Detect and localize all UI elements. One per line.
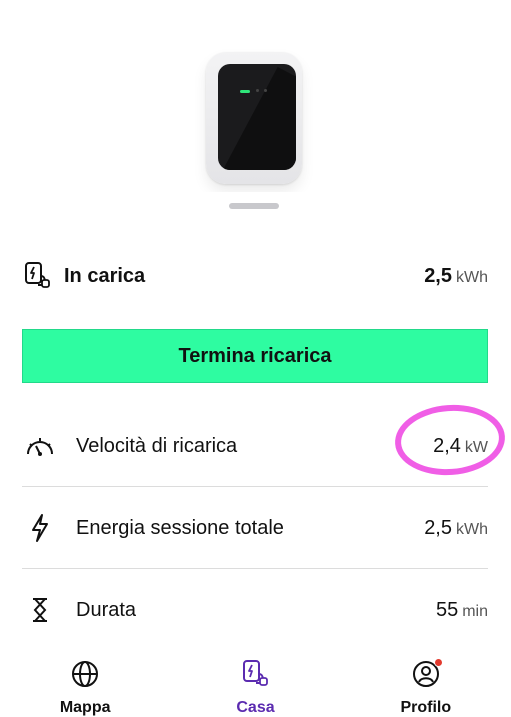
stat-row-duration: Durata 55 min xyxy=(22,570,488,650)
charging-status-row: In carica 2,5 kWh xyxy=(22,258,488,294)
stat-number: 2,4 xyxy=(433,434,461,457)
stat-row-charging-speed: Velocità di ricarica 2,4 kW xyxy=(22,406,488,486)
tab-casa[interactable]: Casa xyxy=(170,650,340,717)
charging-status-label: In carica xyxy=(64,264,146,287)
lightning-icon xyxy=(22,510,58,546)
globe-icon xyxy=(70,658,100,689)
charging-status-value: 2,5 kWh xyxy=(424,265,488,288)
hero-section xyxy=(0,0,511,200)
divider xyxy=(22,568,488,569)
stat-number: 55 xyxy=(435,598,459,621)
tab-profilo[interactable]: Profilo xyxy=(341,650,511,717)
bottom-tab-bar: Mappa Casa Profilo xyxy=(0,650,511,717)
charger-device-screen xyxy=(218,64,296,170)
tab-label: Profilo xyxy=(400,699,452,716)
charging-energy-value: 2,5 xyxy=(424,264,452,287)
charger-indicator-dot xyxy=(264,89,267,92)
sheet-drag-handle[interactable] xyxy=(229,203,279,209)
stat-row-session-energy: Energia sessione totale 2,5 kWh xyxy=(22,488,488,568)
charger-indicator-dot xyxy=(256,89,259,92)
stat-unit: kWh xyxy=(456,520,488,538)
profile-icon xyxy=(411,658,443,689)
charger-device-image xyxy=(206,52,302,184)
stat-label: Energia sessione totale xyxy=(76,516,284,539)
stat-number: 2,5 xyxy=(424,516,452,539)
tab-label: Casa xyxy=(236,699,275,716)
stat-label: Velocità di ricarica xyxy=(76,434,238,457)
home-charger-icon xyxy=(240,658,270,689)
charging-energy-unit: kWh xyxy=(456,268,488,286)
stat-value: 2,4 kW xyxy=(433,435,488,458)
notification-badge xyxy=(433,658,443,667)
stop-charging-button[interactable]: Termina ricarica xyxy=(22,329,488,383)
stat-value: 2,5 kWh xyxy=(424,517,488,540)
tab-label: Mappa xyxy=(59,699,111,716)
charger-status-led xyxy=(240,90,250,93)
stat-label: Durata xyxy=(76,598,137,621)
charging-station-icon xyxy=(22,260,54,292)
divider xyxy=(22,486,488,487)
bottom-sheet: In carica 2,5 kWh Termina ricarica Veloci… xyxy=(0,192,511,717)
speedometer-icon xyxy=(22,428,58,464)
stat-value: 55 min xyxy=(436,599,488,622)
hourglass-icon xyxy=(22,592,58,628)
tab-mappa[interactable]: Mappa xyxy=(0,650,170,717)
stat-unit: kW xyxy=(464,438,488,456)
stat-unit: min xyxy=(462,602,488,620)
